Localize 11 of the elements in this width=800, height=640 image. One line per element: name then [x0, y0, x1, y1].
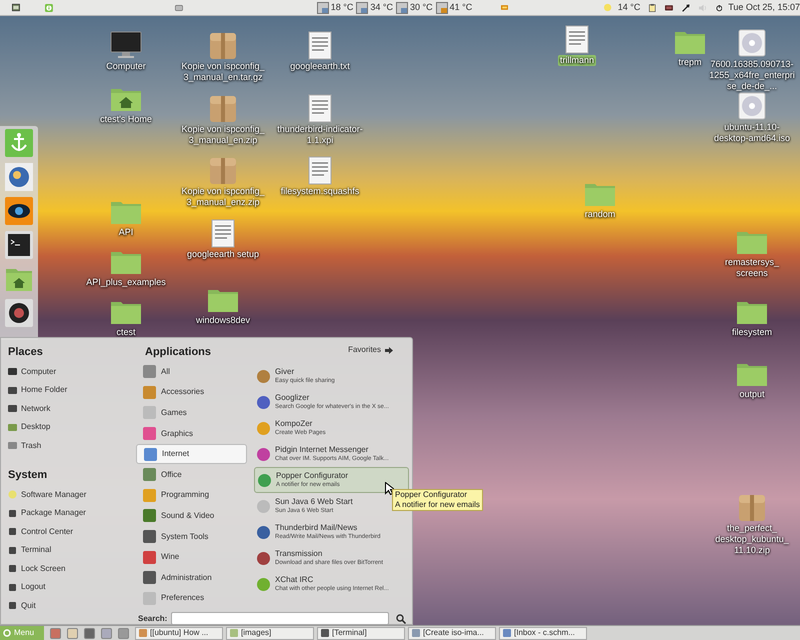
temperature-reading: 18 °C — [330, 0, 354, 14]
temperature-reading: 34 °C — [370, 0, 393, 14]
tooltip-text: A notifier for new emails — [395, 500, 480, 510]
weather-reading: 14 °C — [618, 0, 640, 14]
section-heading: Places — [8, 345, 44, 360]
temperature-reading: 30 °C — [410, 0, 433, 14]
temperature-reading: 41 °C — [450, 0, 472, 14]
tooltip-title: Popper Configurator — [395, 490, 468, 500]
section-heading: System — [8, 468, 48, 483]
search-label: Search: — [138, 612, 168, 625]
section-heading: Applications — [145, 345, 212, 360]
